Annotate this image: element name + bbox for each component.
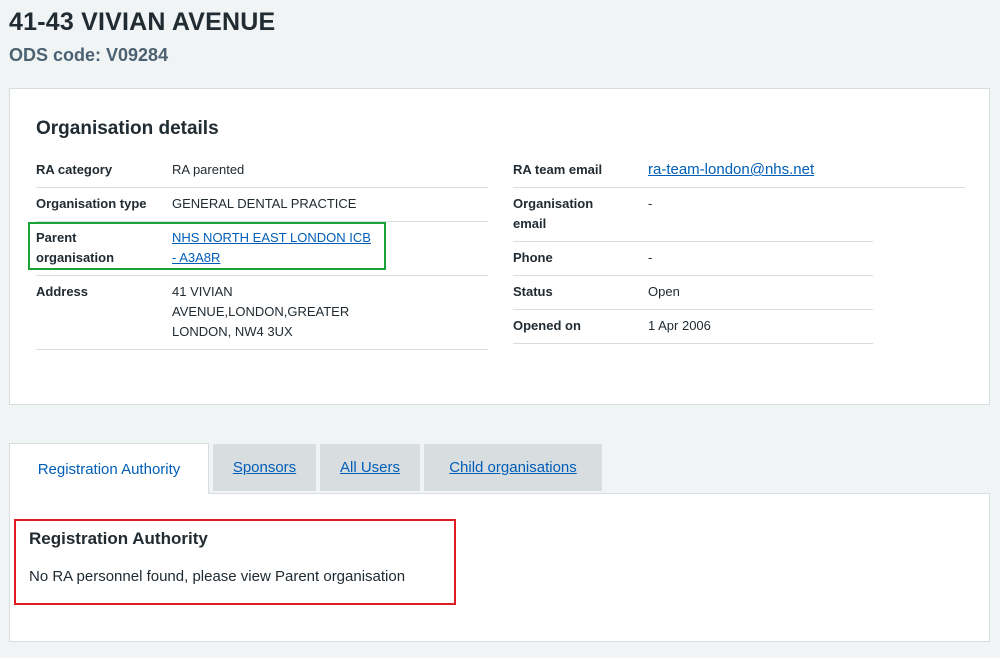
tab-panel-registration-authority: Registration Authority No RA personnel f… (9, 493, 990, 642)
parent-organisation-link[interactable]: NHS NORTH EAST LONDON ICB - A3A8R (172, 228, 377, 268)
detail-label: RA team email (513, 162, 603, 177)
panel-heading: Registration Authority (29, 529, 208, 548)
detail-label: Phone (513, 250, 553, 265)
detail-row-organisation-type: Organisation type GENERAL DENTAL PRACTIC… (36, 188, 488, 222)
tab-child-organisations[interactable]: Child organisations (424, 444, 602, 491)
detail-row-address: Address 41 VIVIAN AVENUE,LONDON,GREATER … (36, 276, 488, 350)
ra-team-email-link[interactable]: ra-team-london@nhs.net (648, 161, 814, 178)
detail-row-status: Status Open (513, 276, 873, 310)
tab-bar: Registration Authority Sponsors All User… (9, 443, 606, 494)
card-heading: Organisation details (36, 118, 219, 139)
detail-label: RA category (36, 162, 113, 177)
detail-row-ra-category: RA category RA parented (36, 154, 488, 188)
detail-value: ra-team-london@nhs.net (648, 160, 814, 180)
detail-value: RA parented (172, 162, 245, 177)
detail-label-text: Organisation email (513, 196, 594, 231)
detail-value: 1 Apr 2006 (648, 318, 711, 333)
detail-value: Open (648, 284, 680, 299)
details-list-left: RA category RA parented Organisation typ… (36, 154, 488, 350)
detail-value: - (648, 196, 653, 211)
detail-label: Address (36, 284, 89, 299)
detail-value: GENERAL DENTAL PRACTICE (172, 196, 357, 211)
organisation-details-card: Organisation details RA category RA pare… (9, 88, 990, 405)
ods-code: ODS code: V09284 (9, 45, 169, 65)
tab-all-users[interactable]: All Users (320, 444, 420, 491)
detail-label: Parent organisation (36, 228, 172, 268)
detail-value: NHS NORTH EAST LONDON ICB - A3A8R (172, 228, 377, 268)
detail-row-parent-organisation: Parent organisation NHS NORTH EAST LONDO… (36, 222, 488, 276)
detail-row-phone: Phone - (513, 242, 873, 276)
detail-label: Opened on (513, 318, 581, 333)
detail-row-organisation-email: Organisation email - (513, 188, 873, 242)
detail-value: 41 VIVIAN AVENUE,LONDON,GREATER LONDON, … (172, 282, 362, 342)
detail-row-ra-team-email: RA team email ra-team-london@nhs.net (513, 154, 965, 188)
detail-label: Organisation email (513, 194, 648, 234)
detail-label-text: Parent organisation (36, 230, 115, 265)
no-personnel-message: No RA personnel found, please view Paren… (29, 568, 406, 585)
tab-registration-authority[interactable]: Registration Authority (9, 443, 209, 494)
detail-label: Organisation type (36, 196, 147, 211)
detail-label: Status (513, 284, 553, 299)
tab-sponsors[interactable]: Sponsors (213, 444, 316, 491)
detail-value: - (648, 250, 653, 265)
address-text: 41 VIVIAN AVENUE,LONDON,GREATER LONDON, … (172, 284, 350, 339)
page-title: 41-43 VIVIAN AVENUE (9, 8, 276, 36)
details-list-right: RA team email ra-team-london@nhs.net Org… (513, 154, 965, 344)
detail-row-opened-on: Opened on 1 Apr 2006 (513, 310, 873, 344)
